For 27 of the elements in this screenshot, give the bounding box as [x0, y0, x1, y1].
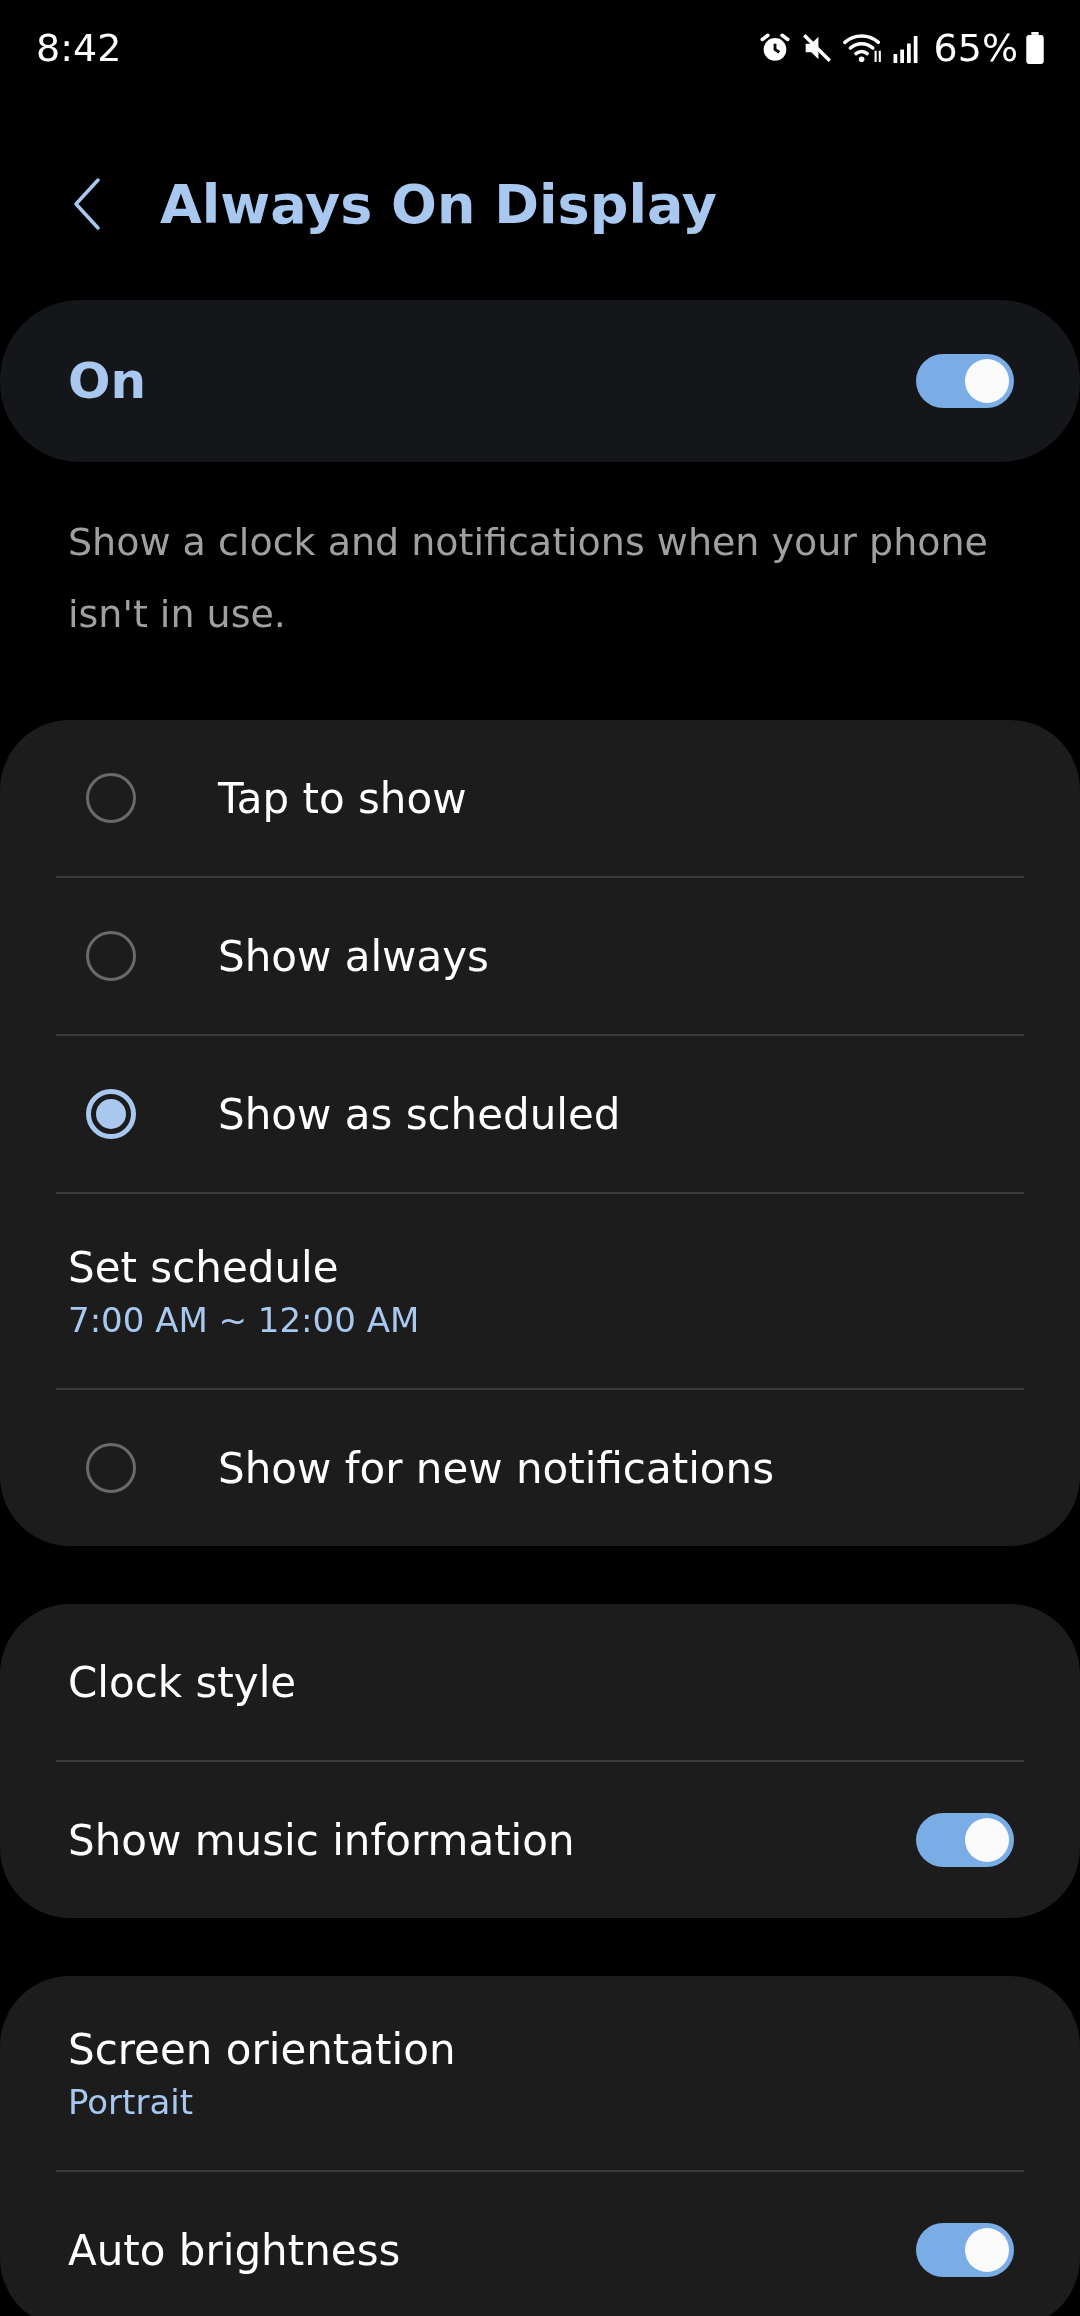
setting-label[interactable]: Auto brightness	[68, 2225, 401, 2275]
radio-button[interactable]	[86, 773, 136, 823]
wifi-icon	[841, 31, 884, 65]
battery-icon	[1026, 32, 1044, 64]
page-title: Always On Display	[160, 172, 717, 236]
toggle-switch[interactable]	[916, 354, 1014, 408]
status-time: 8:42	[36, 26, 122, 70]
master-label: On	[68, 352, 147, 410]
setting-value: 7:00 AM ~ 12:00 AM	[68, 1299, 420, 1340]
setting-label[interactable]: Clock style	[68, 1657, 297, 1707]
option-label[interactable]: Show for new notifications	[218, 1443, 774, 1493]
setting-value: Portrait	[68, 2081, 194, 2122]
radio-button[interactable]	[86, 1443, 136, 1493]
option-label[interactable]: Show always	[218, 931, 489, 981]
back-icon[interactable]	[72, 177, 102, 231]
master-switch-bar[interactable]: On	[0, 300, 1080, 462]
setting-label[interactable]: Show music information	[68, 1815, 575, 1865]
setting-label[interactable]: Screen orientation	[68, 2024, 456, 2074]
setting-label[interactable]: Set schedule	[68, 1242, 420, 1292]
radio-button[interactable]	[86, 931, 136, 981]
toggle-switch[interactable]	[916, 2223, 1014, 2277]
radio-button[interactable]	[86, 1089, 136, 1139]
description-text: Show a clock and notifications when your phone isn't in use.	[68, 519, 989, 638]
option-label[interactable]: Tap to show	[218, 773, 467, 823]
toggle-switch[interactable]	[916, 1813, 1014, 1867]
battery-percent: 65%	[933, 26, 1018, 70]
option-label[interactable]: Show as scheduled	[218, 1089, 621, 1139]
